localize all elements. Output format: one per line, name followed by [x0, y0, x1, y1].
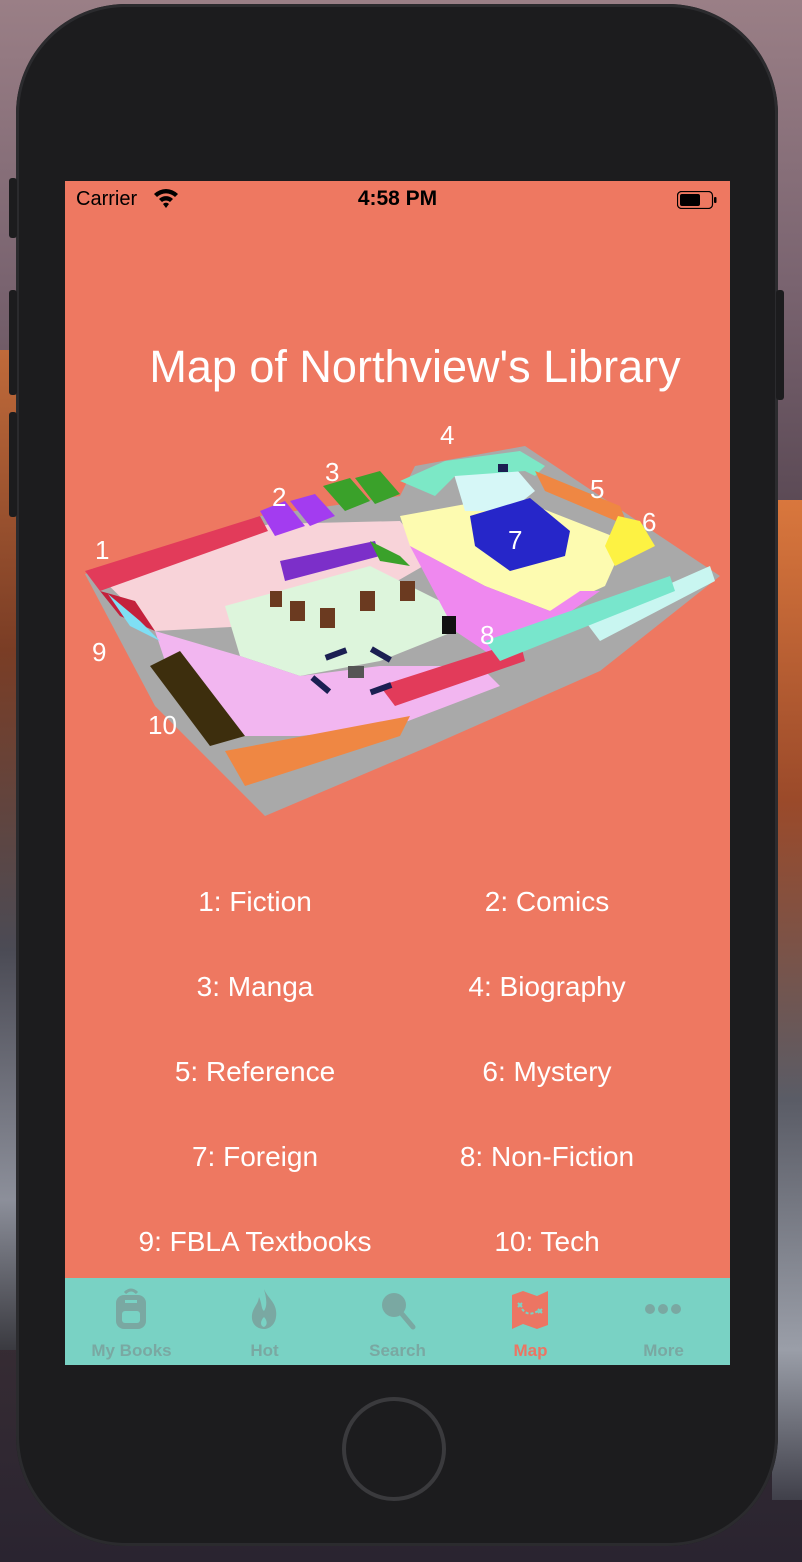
mute-switch — [9, 178, 17, 238]
tab-search-label: Search — [369, 1341, 426, 1360]
map-label-10: 10 — [148, 710, 177, 740]
legend-item-tech: 10: Tech — [494, 1226, 600, 1257]
tab-bar: My Books Hot Search Map More — [65, 1278, 730, 1365]
map-label-5: 5 — [590, 474, 604, 504]
legend-item-fbla-textbooks: 9: FBLA Textbooks — [138, 1226, 372, 1257]
map-icon — [512, 1291, 548, 1329]
map-label-7: 7 — [508, 525, 522, 555]
power-button — [776, 290, 784, 400]
legend-item-fiction: 1: Fiction — [198, 886, 312, 917]
legend-item-mystery: 6: Mystery — [482, 1056, 612, 1087]
battery-icon — [677, 191, 717, 209]
legend-item-reference: 5: Reference — [174, 1056, 336, 1087]
tab-more-label: More — [643, 1341, 684, 1360]
tab-search[interactable]: Search — [331, 1278, 464, 1365]
volume-up-button — [9, 290, 17, 395]
backpack-icon — [116, 1288, 146, 1329]
map-label-1: 1 — [95, 535, 109, 565]
legend-item-manga: 3: Manga — [196, 971, 314, 1002]
legend-item-biography: 4: Biography — [468, 971, 626, 1002]
map-label-6: 6 — [642, 507, 656, 537]
legend-item-comics: 2: Comics — [484, 886, 610, 917]
volume-down-button — [9, 412, 17, 517]
legend-item-nonfiction: 8: Non-Fiction — [459, 1141, 635, 1172]
magnifier-icon — [382, 1293, 416, 1330]
more-dots-icon — [645, 1304, 681, 1314]
map-label-4: 4 — [440, 420, 454, 450]
map-label-8: 8 — [480, 620, 494, 650]
library-map-image: 1 2 3 4 5 6 7 8 9 10 — [85, 420, 720, 816]
flame-icon — [251, 1289, 277, 1329]
status-bar: Carrier 4:58 PM — [65, 181, 730, 219]
app-screen: Carrier 4:58 PM Map of Northview's Libra… — [65, 181, 730, 1365]
tab-hot[interactable]: Hot — [198, 1278, 331, 1365]
status-time: 4:58 PM — [357, 187, 438, 210]
tab-my-books[interactable]: My Books — [65, 1278, 198, 1365]
home-button[interactable] — [342, 1397, 446, 1501]
page-title: Map of Northview's Library — [149, 341, 681, 392]
tab-map-label: Map — [513, 1341, 548, 1360]
map-label-2: 2 — [272, 482, 286, 512]
map-label-3: 3 — [325, 457, 339, 487]
tab-more[interactable]: More — [597, 1278, 730, 1365]
map-label-9: 9 — [92, 637, 106, 667]
legend-item-foreign: 7: Foreign — [191, 1141, 319, 1172]
tab-hot-label: Hot — [250, 1341, 279, 1360]
tab-my-books-label: My Books — [91, 1341, 172, 1360]
tab-map[interactable]: Map — [464, 1278, 597, 1365]
